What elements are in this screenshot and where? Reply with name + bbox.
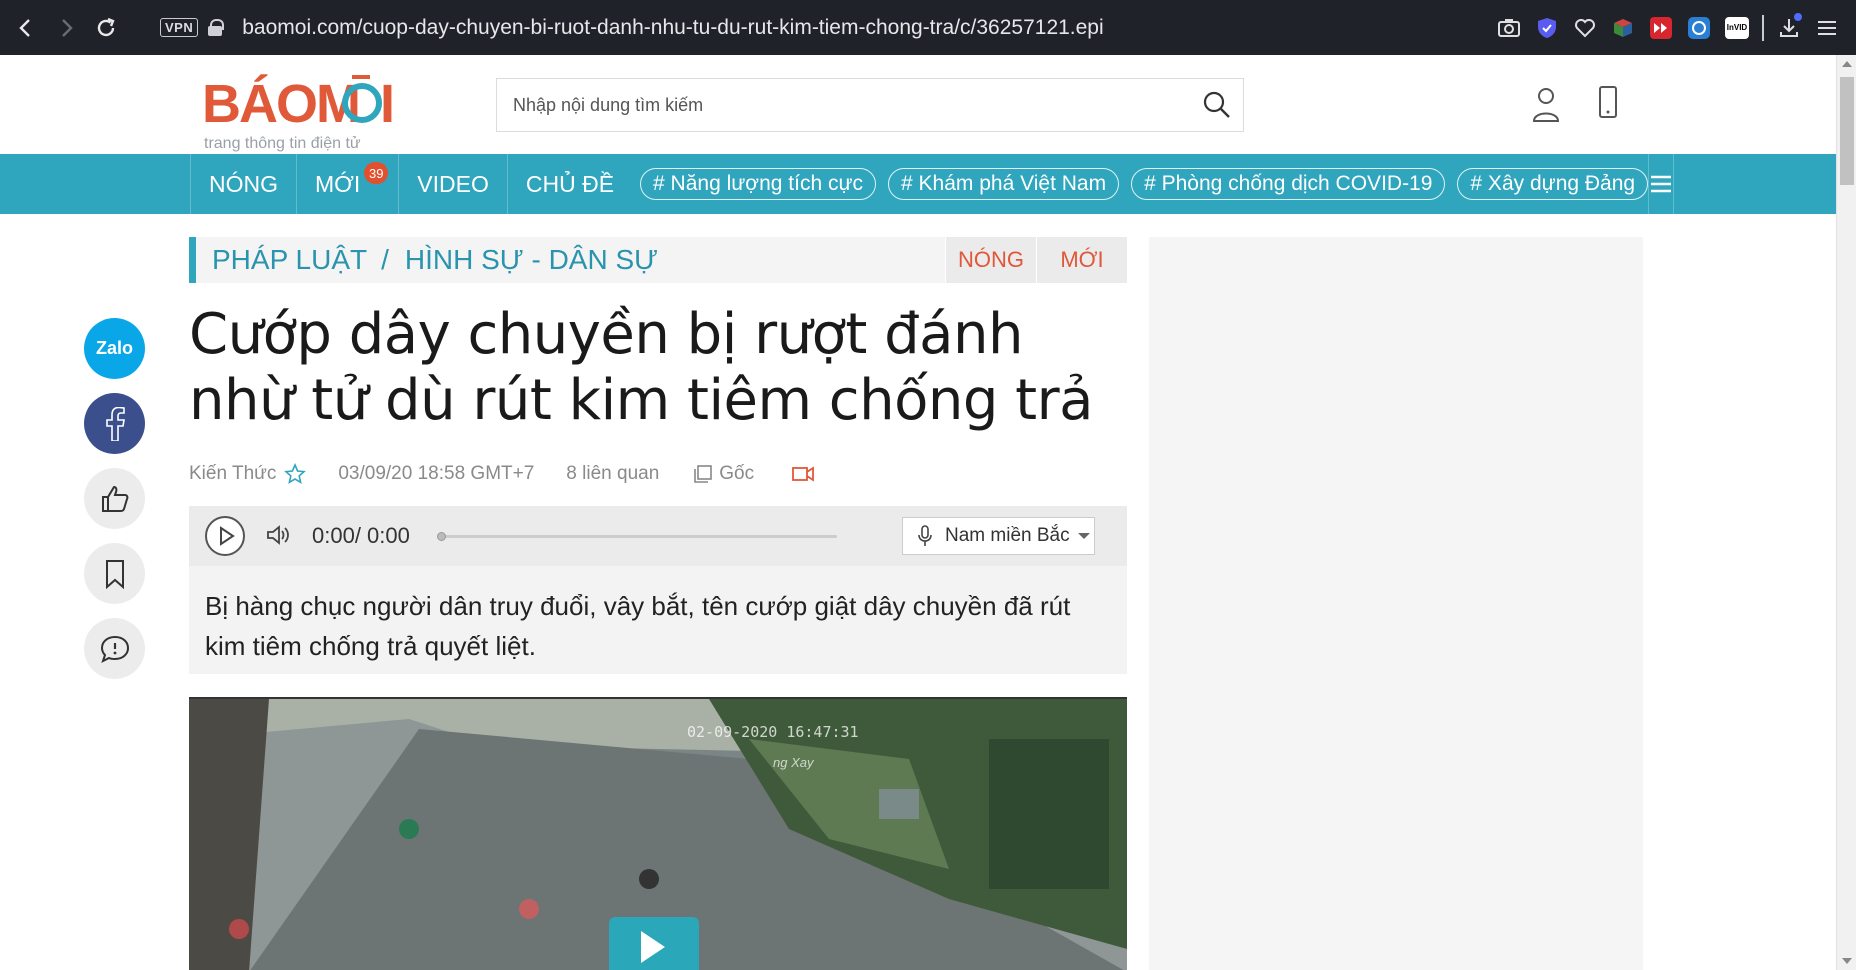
- site-header: BÁOM I trang thông tin điện tử: [0, 55, 1836, 154]
- lock-icon[interactable]: [208, 19, 225, 36]
- video-timestamp: 02-09-2020 16:47:31: [687, 723, 859, 741]
- article-title: Cướp dây chuyền bị rượt đánh nhừ tử dù r…: [189, 302, 1093, 433]
- heart-icon[interactable]: [1566, 9, 1604, 47]
- download-icon[interactable]: [1770, 9, 1808, 47]
- related-count[interactable]: 8 liên quan: [566, 463, 659, 485]
- new-count-badge: 39: [364, 162, 389, 184]
- globe-extension-icon[interactable]: [1680, 9, 1718, 47]
- audio-time: 0:00/ 0:00: [312, 523, 410, 548]
- like-button[interactable]: [84, 468, 145, 529]
- breadcrumb-separator: /: [381, 244, 389, 275]
- thumbs-up-icon: [101, 485, 128, 512]
- audio-seek-bar[interactable]: [437, 532, 837, 541]
- article-meta: Kiến Thức 03/09/20 18:58 GMT+7 8 liên qu…: [189, 460, 815, 488]
- comment-icon: [100, 635, 129, 663]
- breadcrumb-subcategory[interactable]: HÌNH SỰ - DÂN SỰ: [389, 244, 658, 276]
- article-datetime: 03/09/20 18:58 GMT+7: [338, 463, 535, 484]
- search-box: [496, 78, 1244, 132]
- scroll-thumb[interactable]: [1840, 77, 1854, 185]
- video-play-icon[interactable]: [609, 917, 699, 970]
- vpn-badge[interactable]: VPN: [160, 18, 199, 37]
- invid-extension-icon[interactable]: InVID: [1718, 9, 1756, 47]
- facebook-share-button[interactable]: [84, 393, 145, 454]
- bookmark-button[interactable]: [84, 543, 145, 604]
- cube-extension-icon[interactable]: [1604, 9, 1642, 47]
- nav-item-video[interactable]: VIDEO: [399, 154, 508, 214]
- bookmark-icon: [105, 559, 124, 589]
- video-camera-icon[interactable]: [792, 466, 815, 482]
- reload-icon[interactable]: [86, 8, 126, 48]
- video-sign-text: ng Xay: [773, 755, 814, 770]
- facebook-icon: [105, 406, 125, 441]
- sidebar-ad-area: [1149, 237, 1643, 970]
- breadcrumb: PHÁP LUẬT / HÌNH SỰ - DÂN SỰ NÓNG MỚI: [189, 237, 1127, 283]
- hashtag-explore-vietnam[interactable]: # Khám phá Việt Nam: [888, 168, 1120, 200]
- nav-item-new[interactable]: MỚI 39: [297, 154, 400, 214]
- filter-hot-button[interactable]: NÓNG: [945, 237, 1036, 283]
- fast-forward-extension-icon[interactable]: [1642, 9, 1680, 47]
- svg-text:I: I: [380, 74, 395, 134]
- zalo-share-button[interactable]: Zalo: [84, 318, 145, 379]
- back-icon[interactable]: [6, 8, 46, 48]
- star-icon[interactable]: [284, 463, 307, 485]
- nav-item-hot[interactable]: NÓNG: [190, 154, 297, 214]
- scroll-down-arrow[interactable]: [1842, 958, 1852, 964]
- original-link[interactable]: Gốc: [719, 463, 754, 485]
- audio-player: 0:00/ 0:00 Nam miền Bắc: [189, 506, 1127, 566]
- voice-select-value: Nam miền Bắc: [945, 525, 1070, 546]
- mobile-icon[interactable]: [1588, 83, 1628, 127]
- nav-item-topics[interactable]: CHỦ ĐỀ: [508, 154, 632, 214]
- article-source[interactable]: Kiến Thức: [189, 463, 276, 485]
- comment-button[interactable]: [84, 618, 145, 679]
- search-input[interactable]: [497, 79, 1177, 131]
- address-bar[interactable]: baomoi.com/cuop-day-chuyen-bi-ruot-danh-…: [242, 16, 1103, 40]
- filter-new-button[interactable]: MỚI: [1036, 237, 1127, 283]
- user-icon[interactable]: [1526, 83, 1566, 127]
- article-video[interactable]: 02-09-2020 16:47:31 ng Xay: [189, 697, 1127, 970]
- audio-seek-handle[interactable]: [437, 532, 446, 541]
- copy-icon: [693, 464, 713, 484]
- play-button[interactable]: [205, 516, 245, 556]
- menu-icon[interactable]: [1808, 9, 1846, 47]
- browser-toolbar: VPN baomoi.com/cuop-day-chuyen-bi-ruot-d…: [0, 0, 1856, 55]
- page-scrollbar[interactable]: [1836, 55, 1856, 970]
- microphone-icon: [917, 525, 933, 547]
- search-icon[interactable]: [1201, 89, 1233, 121]
- forward-icon[interactable]: [46, 8, 86, 48]
- hamburger-menu-icon[interactable]: [1648, 154, 1675, 214]
- breadcrumb-category[interactable]: PHÁP LUẬT: [196, 244, 367, 276]
- zalo-label: Zalo: [95, 338, 133, 358]
- main-nav: NÓNG MỚI 39 VIDEO CHỦ ĐỀ # Năng lượng tí…: [0, 154, 1836, 214]
- hashtag-covid-19[interactable]: # Phòng chống dịch COVID-19: [1131, 168, 1446, 200]
- hashtag-positive-energy[interactable]: # Năng lượng tích cực: [640, 168, 877, 200]
- scroll-up-arrow[interactable]: [1842, 61, 1852, 67]
- site-logo[interactable]: BÁOM I trang thông tin điện tử: [202, 65, 402, 152]
- voice-select[interactable]: Nam miền Bắc: [902, 517, 1095, 555]
- camera-icon[interactable]: [1490, 9, 1528, 47]
- play-icon: [220, 526, 235, 546]
- shield-icon[interactable]: [1528, 9, 1566, 47]
- article-sapo: Bị hàng chục người dân truy đuổi, vây bắ…: [189, 566, 1127, 674]
- site-tagline: trang thông tin điện tử: [204, 135, 361, 152]
- chevron-down-icon: [1077, 533, 1090, 539]
- svg-text:BÁOM: BÁOM: [202, 74, 359, 134]
- volume-icon[interactable]: [265, 523, 291, 552]
- hashtag-list: # Năng lượng tích cực # Khám phá Việt Na…: [632, 168, 1649, 200]
- hashtag-party-building[interactable]: # Xây dựng Đảng: [1457, 168, 1649, 200]
